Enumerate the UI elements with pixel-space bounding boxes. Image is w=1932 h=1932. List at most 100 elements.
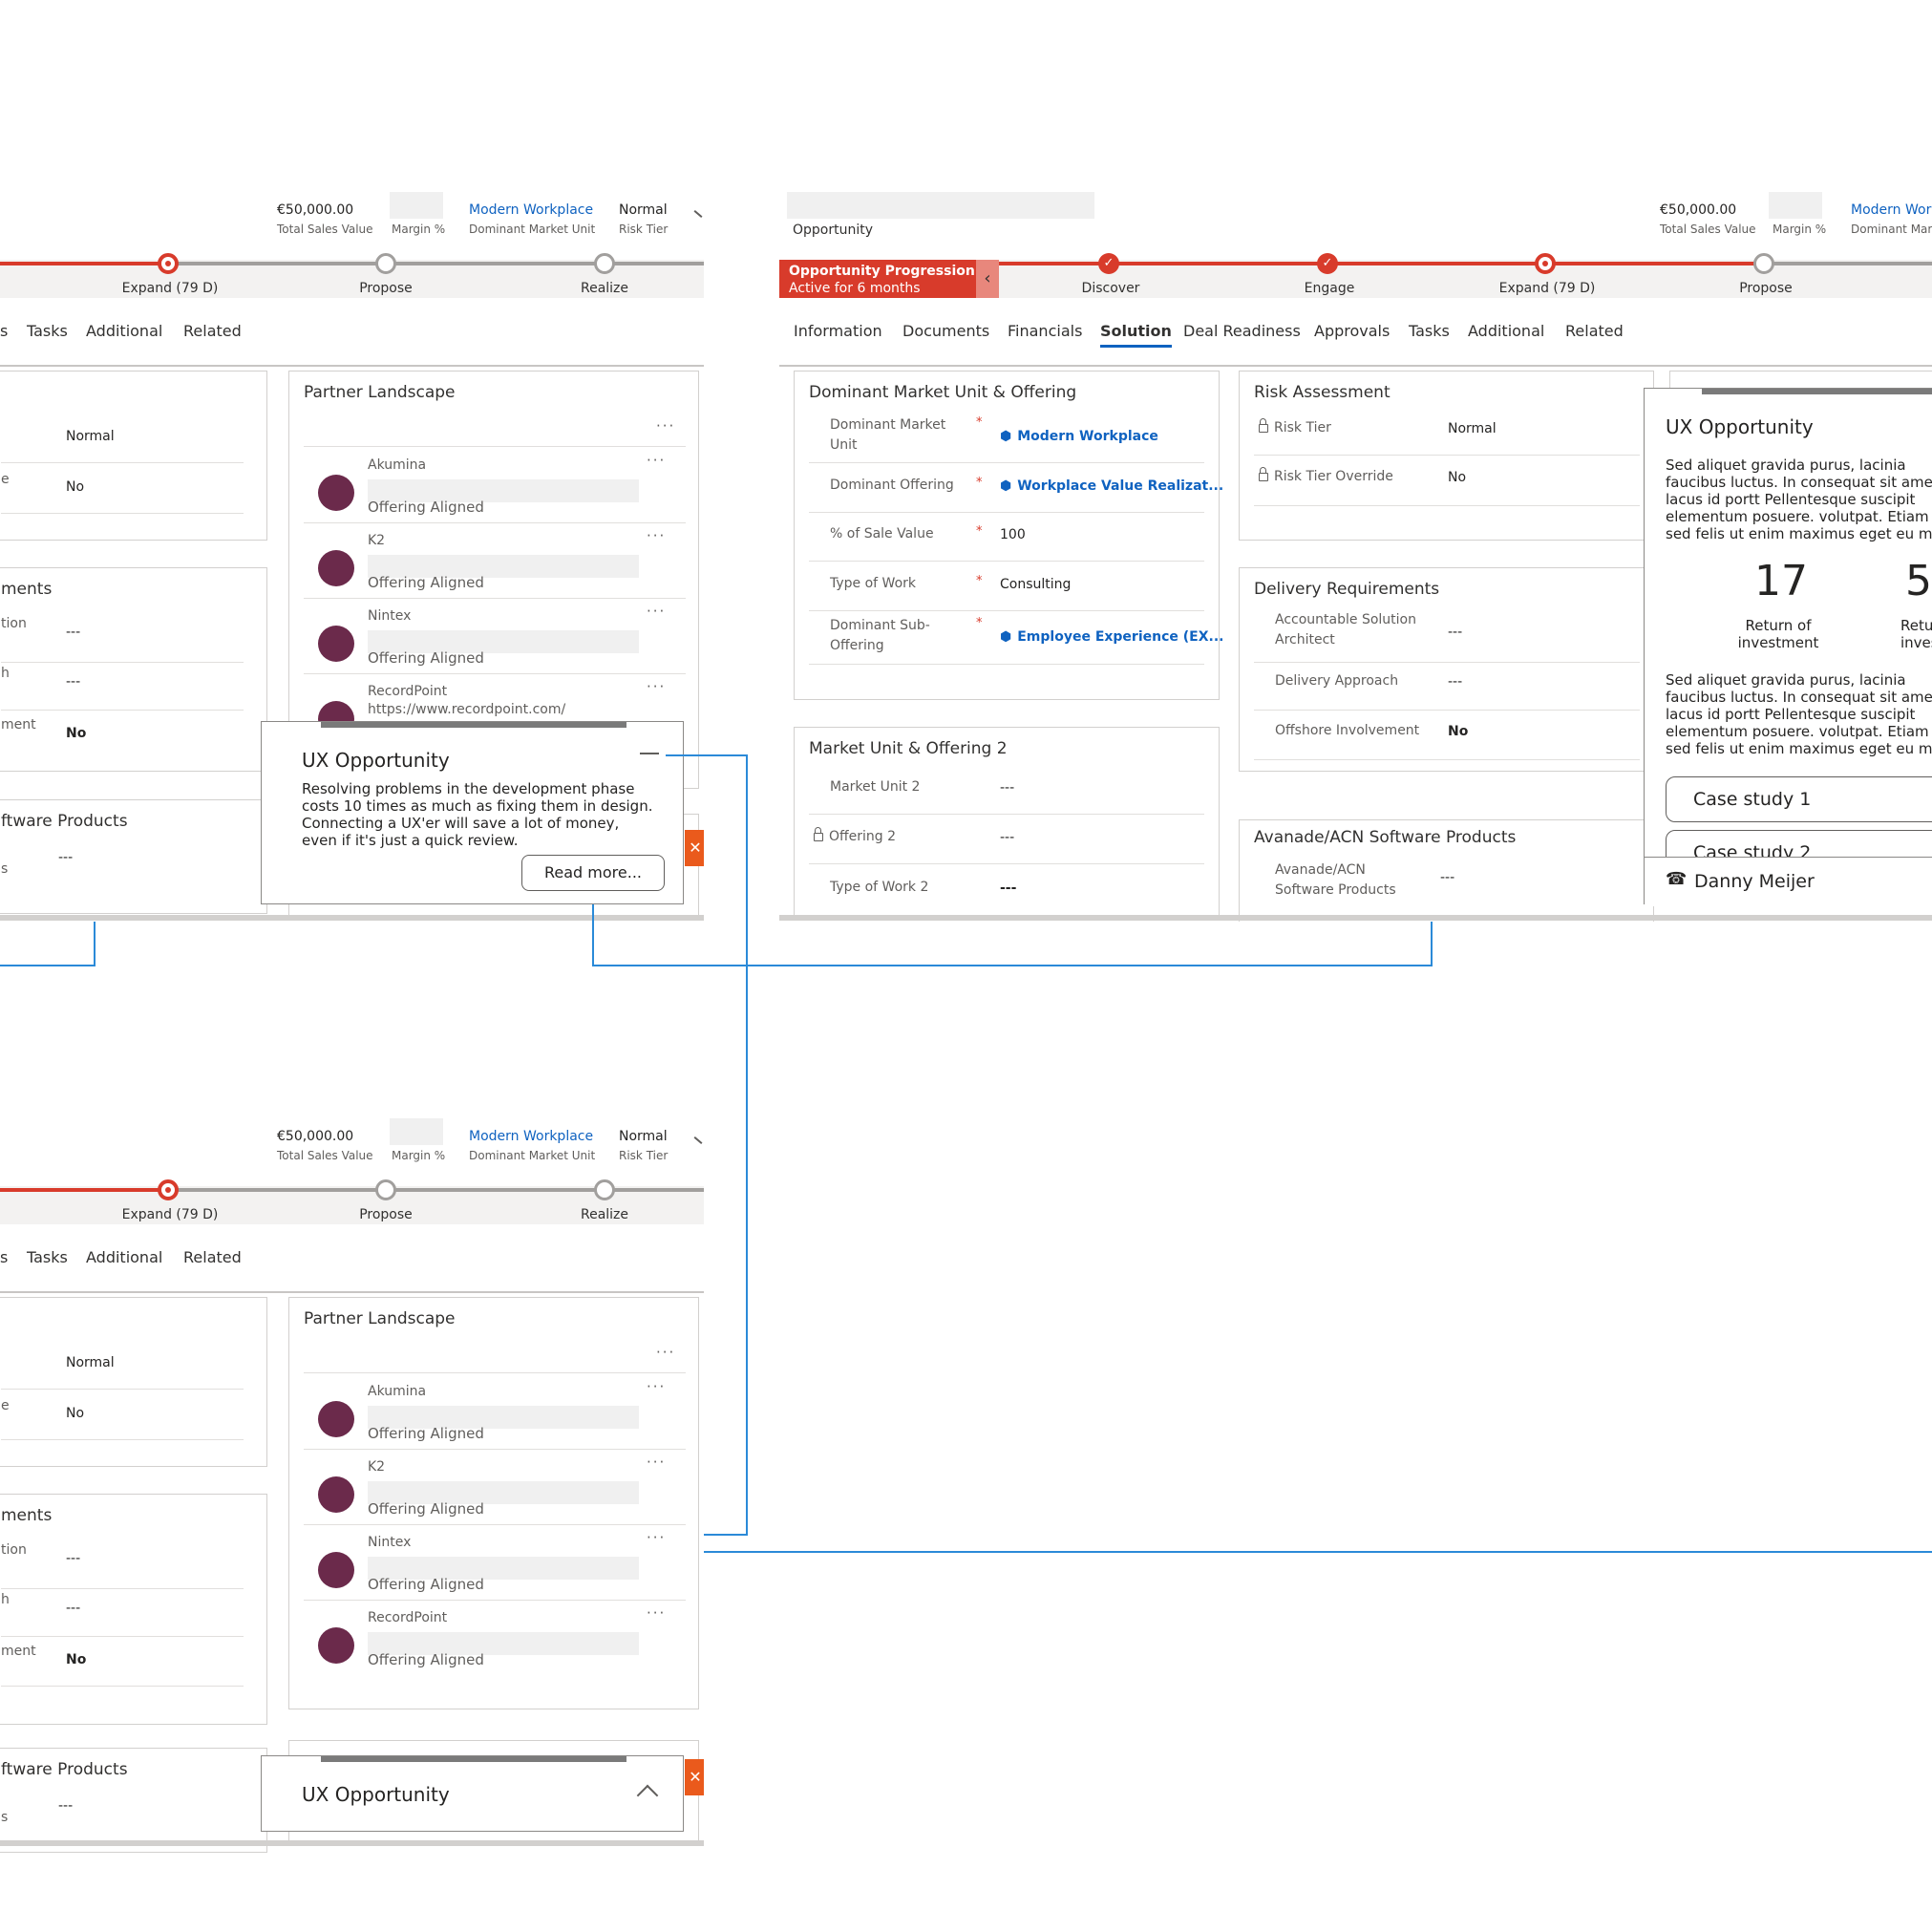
- stage-node-expand[interactable]: [158, 253, 179, 274]
- chevron-icon[interactable]: [693, 210, 703, 218]
- tab-tasks[interactable]: Tasks: [1409, 322, 1450, 340]
- frame-bottom-border: [0, 915, 704, 921]
- delivery-approach-value[interactable]: ---: [1448, 674, 1462, 690]
- partner-status: Offering Aligned: [368, 1651, 484, 1668]
- tab-additional[interactable]: Additional: [86, 1248, 162, 1266]
- field-label: % of Sale Value: [830, 526, 934, 541]
- chevron-icon[interactable]: [693, 1136, 703, 1144]
- tab-deal-readiness[interactable]: Deal Readiness: [1183, 322, 1301, 340]
- tab-cut[interactable]: s: [0, 322, 8, 340]
- tab-tasks[interactable]: Tasks: [27, 1248, 68, 1266]
- tabs-divider: [0, 1291, 704, 1293]
- panel-grip: [1702, 389, 1932, 394]
- dominant-sub-offering-value[interactable]: ⬢ Employee Experience (EX...: [1000, 629, 1223, 645]
- tab-additional[interactable]: Additional: [1468, 322, 1544, 340]
- risk-tier-value: Normal: [66, 429, 115, 444]
- field-divider: [304, 1600, 686, 1601]
- card-title: Dominant Market Unit & Offering: [809, 383, 1077, 402]
- connector-line: [704, 1551, 1932, 1553]
- dominant-market-unit-link[interactable]: Modern Wor: [1851, 202, 1931, 218]
- ux-opportunity-collapsed[interactable]: UX Opportunity: [261, 1755, 684, 1832]
- solution-architect-value[interactable]: ---: [1448, 625, 1462, 640]
- risk-card-cut: Normal e No: [0, 371, 267, 541]
- read-more-button[interactable]: Read more...: [521, 855, 665, 891]
- tab-documents[interactable]: Documents: [902, 322, 989, 340]
- stage-node-engage[interactable]: ✓: [1317, 253, 1338, 274]
- more-icon[interactable]: ···: [647, 603, 666, 620]
- software-products-value[interactable]: ---: [1440, 870, 1454, 885]
- chevron-up-icon[interactable]: [636, 1784, 659, 1807]
- software-products-card: Avanade/ACN Software Products Avanade/AC…: [1239, 819, 1654, 922]
- more-icon[interactable]: ···: [647, 1604, 666, 1622]
- partner-status: Offering Aligned: [368, 1425, 484, 1442]
- more-icon[interactable]: ···: [647, 678, 666, 695]
- stage-label-engage: Engage: [1304, 281, 1355, 296]
- tab-cut[interactable]: s: [0, 1248, 8, 1266]
- dominant-market-unit-label: Dominant Market Unit: [469, 1149, 596, 1162]
- more-icon[interactable]: ···: [656, 417, 675, 435]
- tabs-divider: [0, 365, 704, 367]
- stage-node-propose[interactable]: [375, 253, 396, 274]
- software-title-cut: ftware Products: [1, 812, 128, 831]
- stage-node-propose[interactable]: [1753, 253, 1774, 274]
- close-icon[interactable]: ✕: [685, 1759, 704, 1795]
- type-of-work-2-value[interactable]: ---: [1000, 881, 1016, 896]
- dominant-market-unit-link[interactable]: Modern Workplace: [469, 1129, 593, 1144]
- delivery-title-cut: ments: [1, 580, 53, 599]
- tab-related[interactable]: Related: [183, 1248, 242, 1266]
- stage-label-expand: Expand (79 D): [121, 1207, 219, 1222]
- margin-label: Margin %: [392, 1149, 446, 1162]
- tab-related[interactable]: Related: [1565, 322, 1624, 340]
- dominant-market-unit-card: Dominant Market Unit & Offering Dominant…: [794, 371, 1223, 700]
- avatar: [318, 1401, 354, 1437]
- tab-approvals[interactable]: Approvals: [1314, 322, 1390, 340]
- delivery-label-cut: ment: [1, 1644, 36, 1659]
- stage-label-propose: Propose: [359, 281, 413, 296]
- card-title: Risk Assessment: [1254, 383, 1391, 402]
- stage-node-expand[interactable]: [1535, 253, 1556, 274]
- delivery-approach-value: ---: [66, 674, 81, 690]
- more-icon[interactable]: ···: [647, 527, 666, 544]
- partner-name: Akumina: [368, 457, 427, 473]
- frame-bottom-left: €50,000.00 Total Sales Value Margin % Mo…: [0, 1113, 704, 1853]
- tab-tasks[interactable]: Tasks: [27, 322, 68, 340]
- connector-line: [0, 965, 96, 966]
- more-icon[interactable]: ···: [647, 1454, 666, 1471]
- market-unit-2-value[interactable]: ---: [1000, 780, 1014, 796]
- frame-bottom-border: [779, 915, 1932, 921]
- field-label: Delivery Approach: [1275, 673, 1399, 689]
- field-divider: [1, 662, 244, 663]
- close-icon[interactable]: ✕: [685, 830, 704, 866]
- tab-additional[interactable]: Additional: [86, 322, 162, 340]
- tab-financials[interactable]: Financials: [1008, 322, 1082, 340]
- dominant-market-unit-value[interactable]: ⬢ Modern Workplace: [1000, 429, 1158, 444]
- type-of-work-value[interactable]: Consulting: [1000, 577, 1071, 592]
- case-study-1-button[interactable]: Case study 1: [1666, 776, 1932, 822]
- stage-node-expand[interactable]: [158, 1179, 179, 1200]
- contact-name[interactable]: Danny Meijer: [1694, 871, 1815, 892]
- partner-url[interactable]: https://www.recordpoint.com/: [368, 700, 565, 720]
- dominant-offering-value[interactable]: ⬢ Workplace Value Realizat...: [1000, 478, 1223, 494]
- process-subtitle: Active for 6 months: [789, 281, 921, 296]
- risk-override-value: No: [66, 479, 85, 495]
- more-icon[interactable]: ···: [647, 1378, 666, 1395]
- stage-node-discover[interactable]: ✓: [1098, 253, 1119, 274]
- field-divider: [1, 1439, 244, 1440]
- more-icon[interactable]: ···: [647, 452, 666, 469]
- more-icon[interactable]: ···: [656, 1344, 675, 1361]
- chevron-left-icon[interactable]: ‹: [976, 260, 999, 298]
- sale-value-percent[interactable]: 100: [1000, 527, 1026, 542]
- phone-icon[interactable]: ☎: [1666, 869, 1687, 889]
- required-icon: *: [976, 415, 983, 430]
- tab-related[interactable]: Related: [183, 322, 242, 340]
- stage-node-realize[interactable]: [594, 253, 615, 274]
- more-icon[interactable]: ···: [647, 1529, 666, 1546]
- stage-node-propose[interactable]: [375, 1179, 396, 1200]
- tab-solution[interactable]: Solution: [1100, 322, 1172, 348]
- dominant-market-unit-link[interactable]: Modern Workplace: [469, 202, 593, 218]
- stage-node-realize[interactable]: [594, 1179, 615, 1200]
- tab-information[interactable]: Information: [794, 322, 882, 340]
- field-label: Risk Tier: [1259, 418, 1331, 438]
- offshore-involvement-value[interactable]: No: [1448, 724, 1468, 739]
- minus-icon[interactable]: [640, 753, 659, 754]
